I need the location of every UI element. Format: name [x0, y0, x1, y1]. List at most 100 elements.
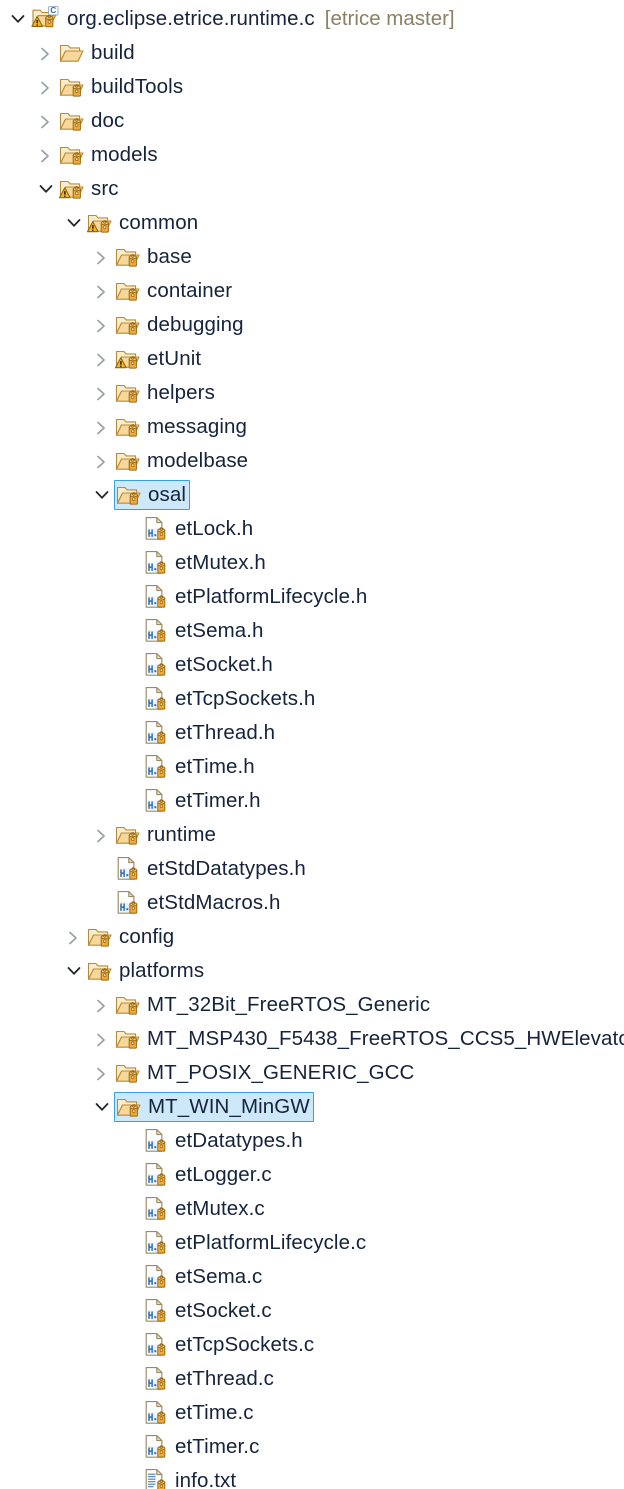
tree-row[interactable]: build	[0, 36, 624, 70]
chevron-down-icon[interactable]	[32, 172, 58, 206]
tree-row[interactable]: etMutex.c	[0, 1192, 624, 1226]
chevron-right-icon[interactable]	[88, 1022, 114, 1056]
tree-item[interactable]: MT_MSP430_F5438_FreeRTOS_CCS5_HWElevator	[114, 1024, 624, 1054]
tree-row[interactable]: etPlatformLifecycle.h	[0, 580, 624, 614]
tree-item[interactable]: etTcpSockets.h	[142, 684, 317, 714]
tree-row[interactable]: etStdDatatypes.h	[0, 852, 624, 886]
tree-row[interactable]: etStdMacros.h	[0, 886, 624, 920]
tree-item[interactable]: doc	[58, 106, 126, 136]
tree-item[interactable]: info.txt	[142, 1466, 238, 1489]
tree-item[interactable]: helpers	[114, 378, 217, 408]
chevron-down-icon[interactable]	[60, 206, 86, 240]
tree-row[interactable]: etLock.h	[0, 512, 624, 546]
tree-row[interactable]: debugging	[0, 308, 624, 342]
tree-item[interactable]: etPlatformLifecycle.h	[142, 582, 369, 612]
tree-item[interactable]: C org.eclipse.etrice.runtime.c	[30, 4, 317, 34]
tree-item[interactable]: models	[58, 140, 160, 170]
tree-item[interactable]: etSocket.h	[142, 650, 275, 680]
tree-row[interactable]: container	[0, 274, 624, 308]
tree-item[interactable]: etThread.h	[142, 718, 277, 748]
chevron-right-icon[interactable]	[88, 410, 114, 444]
tree-item-selected[interactable]: osal	[114, 480, 191, 510]
chevron-right-icon[interactable]	[88, 1056, 114, 1090]
tree-item[interactable]: container	[114, 276, 234, 306]
tree-row[interactable]: etTcpSockets.c	[0, 1328, 624, 1362]
chevron-right-icon[interactable]	[32, 36, 58, 70]
tree-row[interactable]: etUnit	[0, 342, 624, 376]
chevron-right-icon[interactable]	[88, 818, 114, 852]
chevron-right-icon[interactable]	[32, 138, 58, 172]
chevron-down-icon[interactable]	[88, 478, 114, 512]
tree-row[interactable]: etSocket.h	[0, 648, 624, 682]
tree-row[interactable]: helpers	[0, 376, 624, 410]
tree-item[interactable]: etMutex.c	[142, 1194, 267, 1224]
tree-row[interactable]: config	[0, 920, 624, 954]
tree-item[interactable]: etSema.h	[142, 616, 266, 646]
tree-item[interactable]: etTimer.h	[142, 786, 263, 816]
tree-row[interactable]: platforms	[0, 954, 624, 988]
tree-row[interactable]: MT_POSIX_GENERIC_GCC	[0, 1056, 624, 1090]
tree-item[interactable]: etThread.c	[142, 1364, 276, 1394]
tree-item[interactable]: etUnit	[114, 344, 203, 374]
tree-row[interactable]: messaging	[0, 410, 624, 444]
chevron-right-icon[interactable]	[88, 988, 114, 1022]
tree-item[interactable]: base	[114, 242, 194, 272]
tree-item[interactable]: etTcpSockets.c	[142, 1330, 316, 1360]
tree-item[interactable]: src	[58, 174, 121, 204]
tree-row[interactable]: buildTools	[0, 70, 624, 104]
tree-row[interactable]: base	[0, 240, 624, 274]
tree-item[interactable]: debugging	[114, 310, 246, 340]
tree-item[interactable]: etTime.c	[142, 1398, 256, 1428]
chevron-down-icon[interactable]	[88, 1090, 114, 1124]
chevron-down-icon[interactable]	[4, 2, 30, 36]
tree-item[interactable]: buildTools	[58, 72, 185, 102]
tree-row[interactable]: etThread.h	[0, 716, 624, 750]
tree-item[interactable]: messaging	[114, 412, 249, 442]
tree-item[interactable]: etSema.c	[142, 1262, 264, 1292]
tree-item[interactable]: etPlatformLifecycle.c	[142, 1228, 368, 1258]
tree-item[interactable]: etDatatypes.h	[142, 1126, 305, 1156]
tree-row[interactable]: etTime.h	[0, 750, 624, 784]
tree-item[interactable]: build	[58, 38, 137, 68]
tree-item-selected[interactable]: MT_WIN_MinGW	[114, 1092, 314, 1122]
chevron-right-icon[interactable]	[88, 342, 114, 376]
chevron-right-icon[interactable]	[32, 104, 58, 138]
tree-row[interactable]: common	[0, 206, 624, 240]
tree-item[interactable]: etTime.h	[142, 752, 257, 782]
tree-row[interactable]: etSema.c	[0, 1260, 624, 1294]
tree-row[interactable]: etSema.h	[0, 614, 624, 648]
tree-row[interactable]: MT_MSP430_F5438_FreeRTOS_CCS5_HWElevator	[0, 1022, 624, 1056]
tree-row[interactable]: etTimer.h	[0, 784, 624, 818]
tree-row[interactable]: MT_WIN_MinGW	[0, 1090, 624, 1124]
tree-item[interactable]: modelbase	[114, 446, 250, 476]
tree-item[interactable]: platforms	[86, 956, 206, 986]
project-explorer-tree[interactable]: C org.eclipse.etrice.runtime.c [etrice ma…	[0, 0, 624, 1489]
chevron-right-icon[interactable]	[88, 444, 114, 478]
tree-item[interactable]: common	[86, 208, 200, 238]
chevron-right-icon[interactable]	[88, 240, 114, 274]
tree-item[interactable]: etTimer.c	[142, 1432, 261, 1462]
tree-row[interactable]: osal	[0, 478, 624, 512]
tree-item[interactable]: etStdMacros.h	[114, 888, 282, 918]
tree-row[interactable]: src	[0, 172, 624, 206]
tree-item[interactable]: etStdDatatypes.h	[114, 854, 308, 884]
tree-row[interactable]: etMutex.h	[0, 546, 624, 580]
chevron-right-icon[interactable]	[88, 308, 114, 342]
tree-row[interactable]: doc	[0, 104, 624, 138]
chevron-right-icon[interactable]	[88, 274, 114, 308]
tree-row[interactable]: etTcpSockets.h	[0, 682, 624, 716]
chevron-right-icon[interactable]	[60, 920, 86, 954]
tree-row[interactable]: etThread.c	[0, 1362, 624, 1396]
tree-row[interactable]: models	[0, 138, 624, 172]
tree-row[interactable]: info.txt	[0, 1464, 624, 1489]
tree-row[interactable]: etSocket.c	[0, 1294, 624, 1328]
tree-row[interactable]: modelbase	[0, 444, 624, 478]
tree-row[interactable]: etLogger.c	[0, 1158, 624, 1192]
tree-row[interactable]: etTimer.c	[0, 1430, 624, 1464]
tree-row[interactable]: etPlatformLifecycle.c	[0, 1226, 624, 1260]
tree-row[interactable]: runtime	[0, 818, 624, 852]
tree-item[interactable]: etLogger.c	[142, 1160, 274, 1190]
tree-row[interactable]: etTime.c	[0, 1396, 624, 1430]
chevron-right-icon[interactable]	[88, 376, 114, 410]
tree-item[interactable]: etSocket.c	[142, 1296, 274, 1326]
